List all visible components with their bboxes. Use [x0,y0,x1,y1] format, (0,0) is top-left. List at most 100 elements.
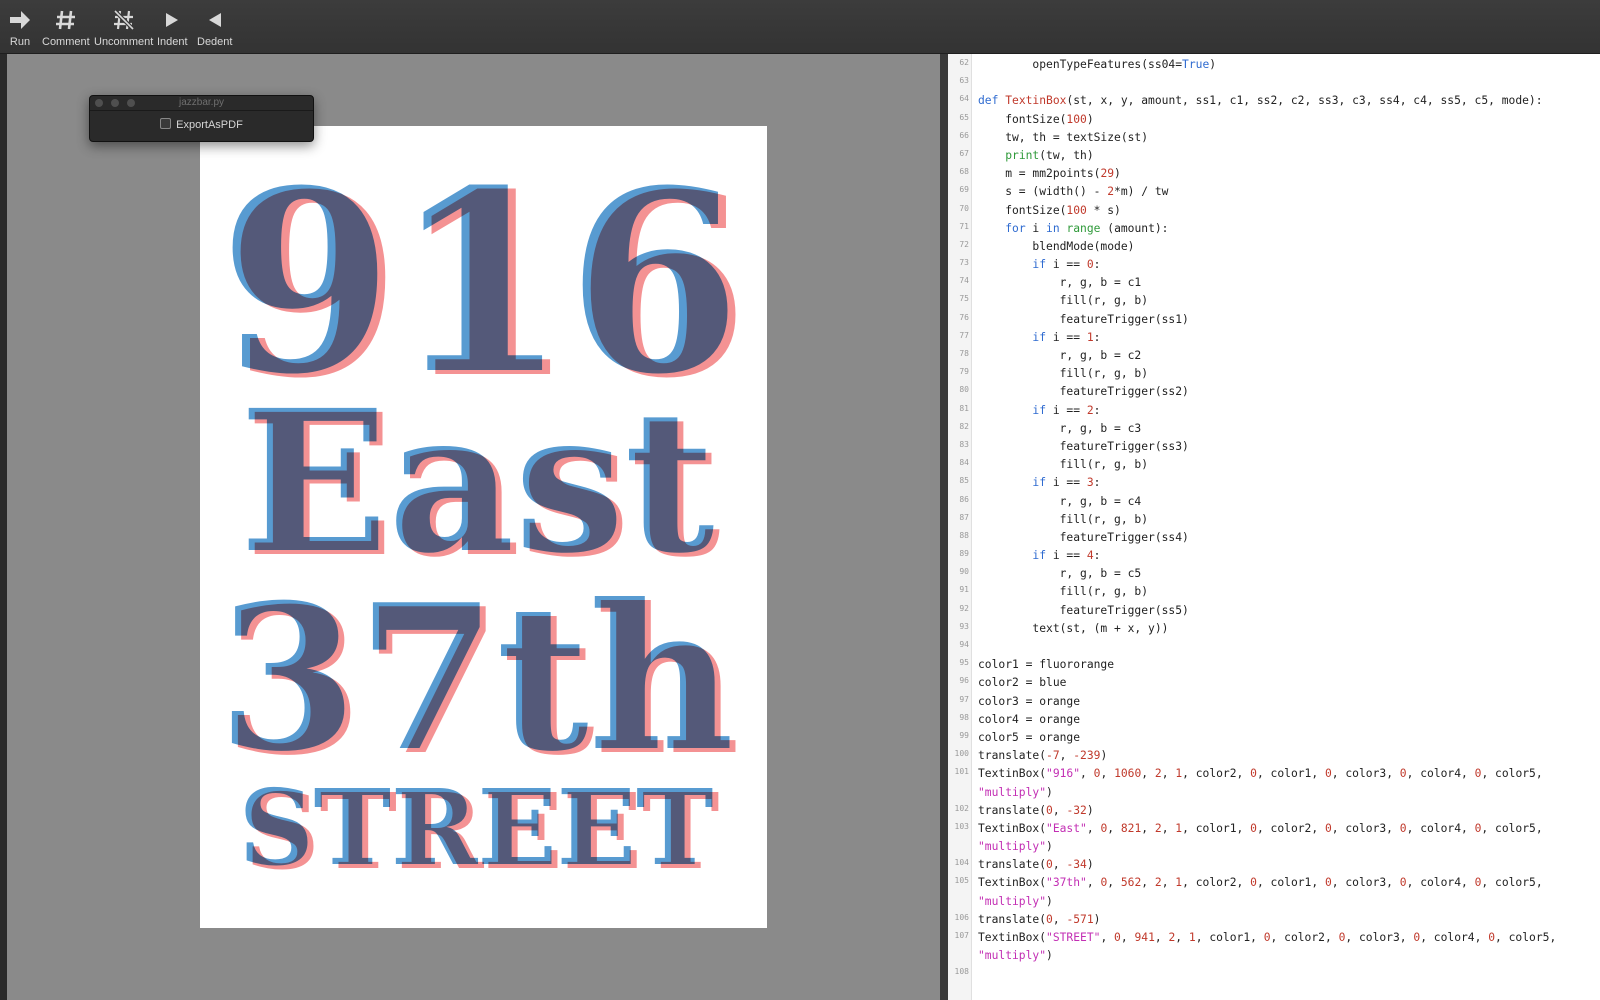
code-line[interactable]: 89 if i == 4: [948,547,1600,565]
code-line[interactable]: 83 featureTrigger(ss3) [948,438,1600,456]
code-line[interactable]: 104 translate(0, -34) [948,856,1600,874]
code-line[interactable]: 98 color4 = orange [948,711,1600,729]
code-line[interactable]: 73 if i == 0: [948,256,1600,274]
code-line[interactable]: 97 color3 = orange [948,693,1600,711]
code-line[interactable]: 99 color5 = orange [948,729,1600,747]
code-text: r, g, b = c1 [978,276,1142,290]
line-number: 89 [959,549,969,559]
code-line[interactable]: 69 s = (width() - 2*m) / tw [948,183,1600,201]
line-number: 74 [959,276,969,286]
code-line[interactable]: 63 [948,74,1600,92]
splitter-handle[interactable] [940,54,948,1000]
code-line[interactable]: 76 featureTrigger(ss1) [948,311,1600,329]
code-text: fontSize(100) [978,112,1094,126]
code-text: translate(-7, -239) [978,749,1108,763]
line-number: 98 [959,712,969,722]
code-line[interactable]: 101 TextinBox("916", 0, 1060, 2, 1, color… [948,765,1600,783]
comment-button[interactable]: Comment [42,8,90,48]
dedent-label: Dedent [197,36,233,48]
line-number: 80 [959,385,969,395]
dedent-button[interactable]: Dedent [197,8,232,48]
code-line[interactable]: 64 def TextinBox(st, x, y, amount, ss1, c… [948,92,1600,110]
code-text: m = mm2points(29) [978,167,1121,181]
line-number: 103 [954,821,969,831]
code-line[interactable]: 90 r, g, b = c5 [948,565,1600,583]
code-line[interactable]: 78 r, g, b = c2 [948,347,1600,365]
export-pdf-label: ExportAsPDF [176,119,243,131]
code-line[interactable]: 94 [948,638,1600,656]
code-line[interactable]: 95 color1 = fluororange [948,656,1600,674]
export-pdf-row[interactable]: ExportAsPDF [90,118,313,131]
export-pdf-checkbox[interactable] [160,118,172,129]
line-number: 79 [959,367,969,377]
line-number: 83 [959,439,969,449]
run-button[interactable]: Run [8,8,32,48]
line-number: 95 [959,658,969,668]
code-line[interactable]: 88 featureTrigger(ss4) [948,529,1600,547]
code-text: translate(0, -32) [978,803,1094,817]
code-line[interactable]: 66 tw, th = textSize(st) [948,129,1600,147]
code-line[interactable]: 71 for i in range (amount): [948,220,1600,238]
uncomment-label: Uncomment [94,36,154,48]
line-number: 82 [959,421,969,431]
code-line[interactable]: 65 fontSize(100) [948,111,1600,129]
code-line[interactable]: 103 TextinBox("East", 0, 821, 2, 1, color… [948,820,1600,838]
code-line[interactable]: 91 fill(r, g, b) [948,583,1600,601]
code-editor[interactable]: 62 openTypeFeatures(ss04=True) 63 64 def Te… [948,54,1600,1000]
code-line[interactable]: "multiply") [948,893,1600,911]
indent-label: Indent [157,36,188,48]
code-line[interactable]: 105 TextinBox("37th", 0, 562, 2, 1, color… [948,874,1600,892]
indent-button[interactable]: Indent [157,8,188,48]
code-line[interactable]: 92 featureTrigger(ss5) [948,602,1600,620]
code-lines[interactable]: 62 openTypeFeatures(ss04=True) 63 64 def Te… [948,56,1600,984]
palette-titlebar[interactable]: jazzbar.py [90,96,313,111]
line-number: 68 [959,167,969,177]
code-line[interactable]: 100 translate(-7, -239) [948,747,1600,765]
code-line[interactable]: 84 fill(r, g, b) [948,456,1600,474]
code-text: "multiply") [978,840,1053,854]
poster-art: 916 916 East East 37th 37th STREET STREE… [218,135,749,893]
arrow-right-icon [8,8,32,32]
canvas-pane[interactable]: 916 916 East East 37th 37th STREET STREE… [7,54,940,1000]
code-text: color2 = blue [978,676,1067,690]
code-line[interactable]: 86 r, g, b = c4 [948,493,1600,511]
code-text: featureTrigger(ss4) [978,530,1189,544]
code-line[interactable]: 106 translate(0, -571) [948,911,1600,929]
code-line[interactable]: 82 r, g, b = c3 [948,420,1600,438]
code-line[interactable]: 102 translate(0, -32) [948,802,1600,820]
code-line[interactable]: 107 TextinBox("STREET", 0, 941, 2, 1, col… [948,929,1600,947]
code-text: color1 = fluororange [978,658,1115,672]
code-text: def TextinBox(st, x, y, amount, ss1, c1,… [978,94,1543,108]
code-text: openTypeFeatures(ss04=True) [978,58,1217,71]
code-line[interactable]: 77 if i == 1: [948,329,1600,347]
code-line[interactable]: 81 if i == 2: [948,402,1600,420]
code-line[interactable]: 108 [948,965,1600,983]
code-line[interactable]: 62 openTypeFeatures(ss04=True) [948,56,1600,74]
code-line[interactable]: "multiply") [948,838,1600,856]
uncomment-button[interactable]: Uncomment [94,8,153,48]
code-line[interactable]: 85 if i == 3: [948,474,1600,492]
code-line[interactable]: 68 m = mm2points(29) [948,165,1600,183]
code-line[interactable]: "multiply") [948,784,1600,802]
code-line[interactable]: 93 text(st, (m + x, y)) [948,620,1600,638]
code-line[interactable]: 72 blendMode(mode) [948,238,1600,256]
palette-title: jazzbar.py [178,97,225,108]
hash-slash-icon [113,8,135,32]
line-number: 76 [959,312,969,322]
line-number: 85 [959,476,969,486]
line-number: 94 [959,640,969,649]
code-line[interactable]: 70 fontSize(100 * s) [948,202,1600,220]
code-line[interactable]: 80 featureTrigger(ss2) [948,383,1600,401]
line-number: 102 [954,803,969,813]
line-number: 63 [959,76,969,86]
code-line[interactable]: 74 r, g, b = c1 [948,274,1600,292]
floating-palette[interactable]: jazzbar.py ExportAsPDF [89,95,314,142]
code-line[interactable]: 75 fill(r, g, b) [948,292,1600,310]
line-number: 69 [959,185,969,195]
triangle-left-icon [207,8,223,32]
code-line[interactable]: 96 color2 = blue [948,674,1600,692]
code-line[interactable]: 79 fill(r, g, b) [948,365,1600,383]
code-line[interactable]: "multiply") [948,947,1600,965]
code-line[interactable]: 87 fill(r, g, b) [948,511,1600,529]
code-line[interactable]: 67 print(tw, th) [948,147,1600,165]
